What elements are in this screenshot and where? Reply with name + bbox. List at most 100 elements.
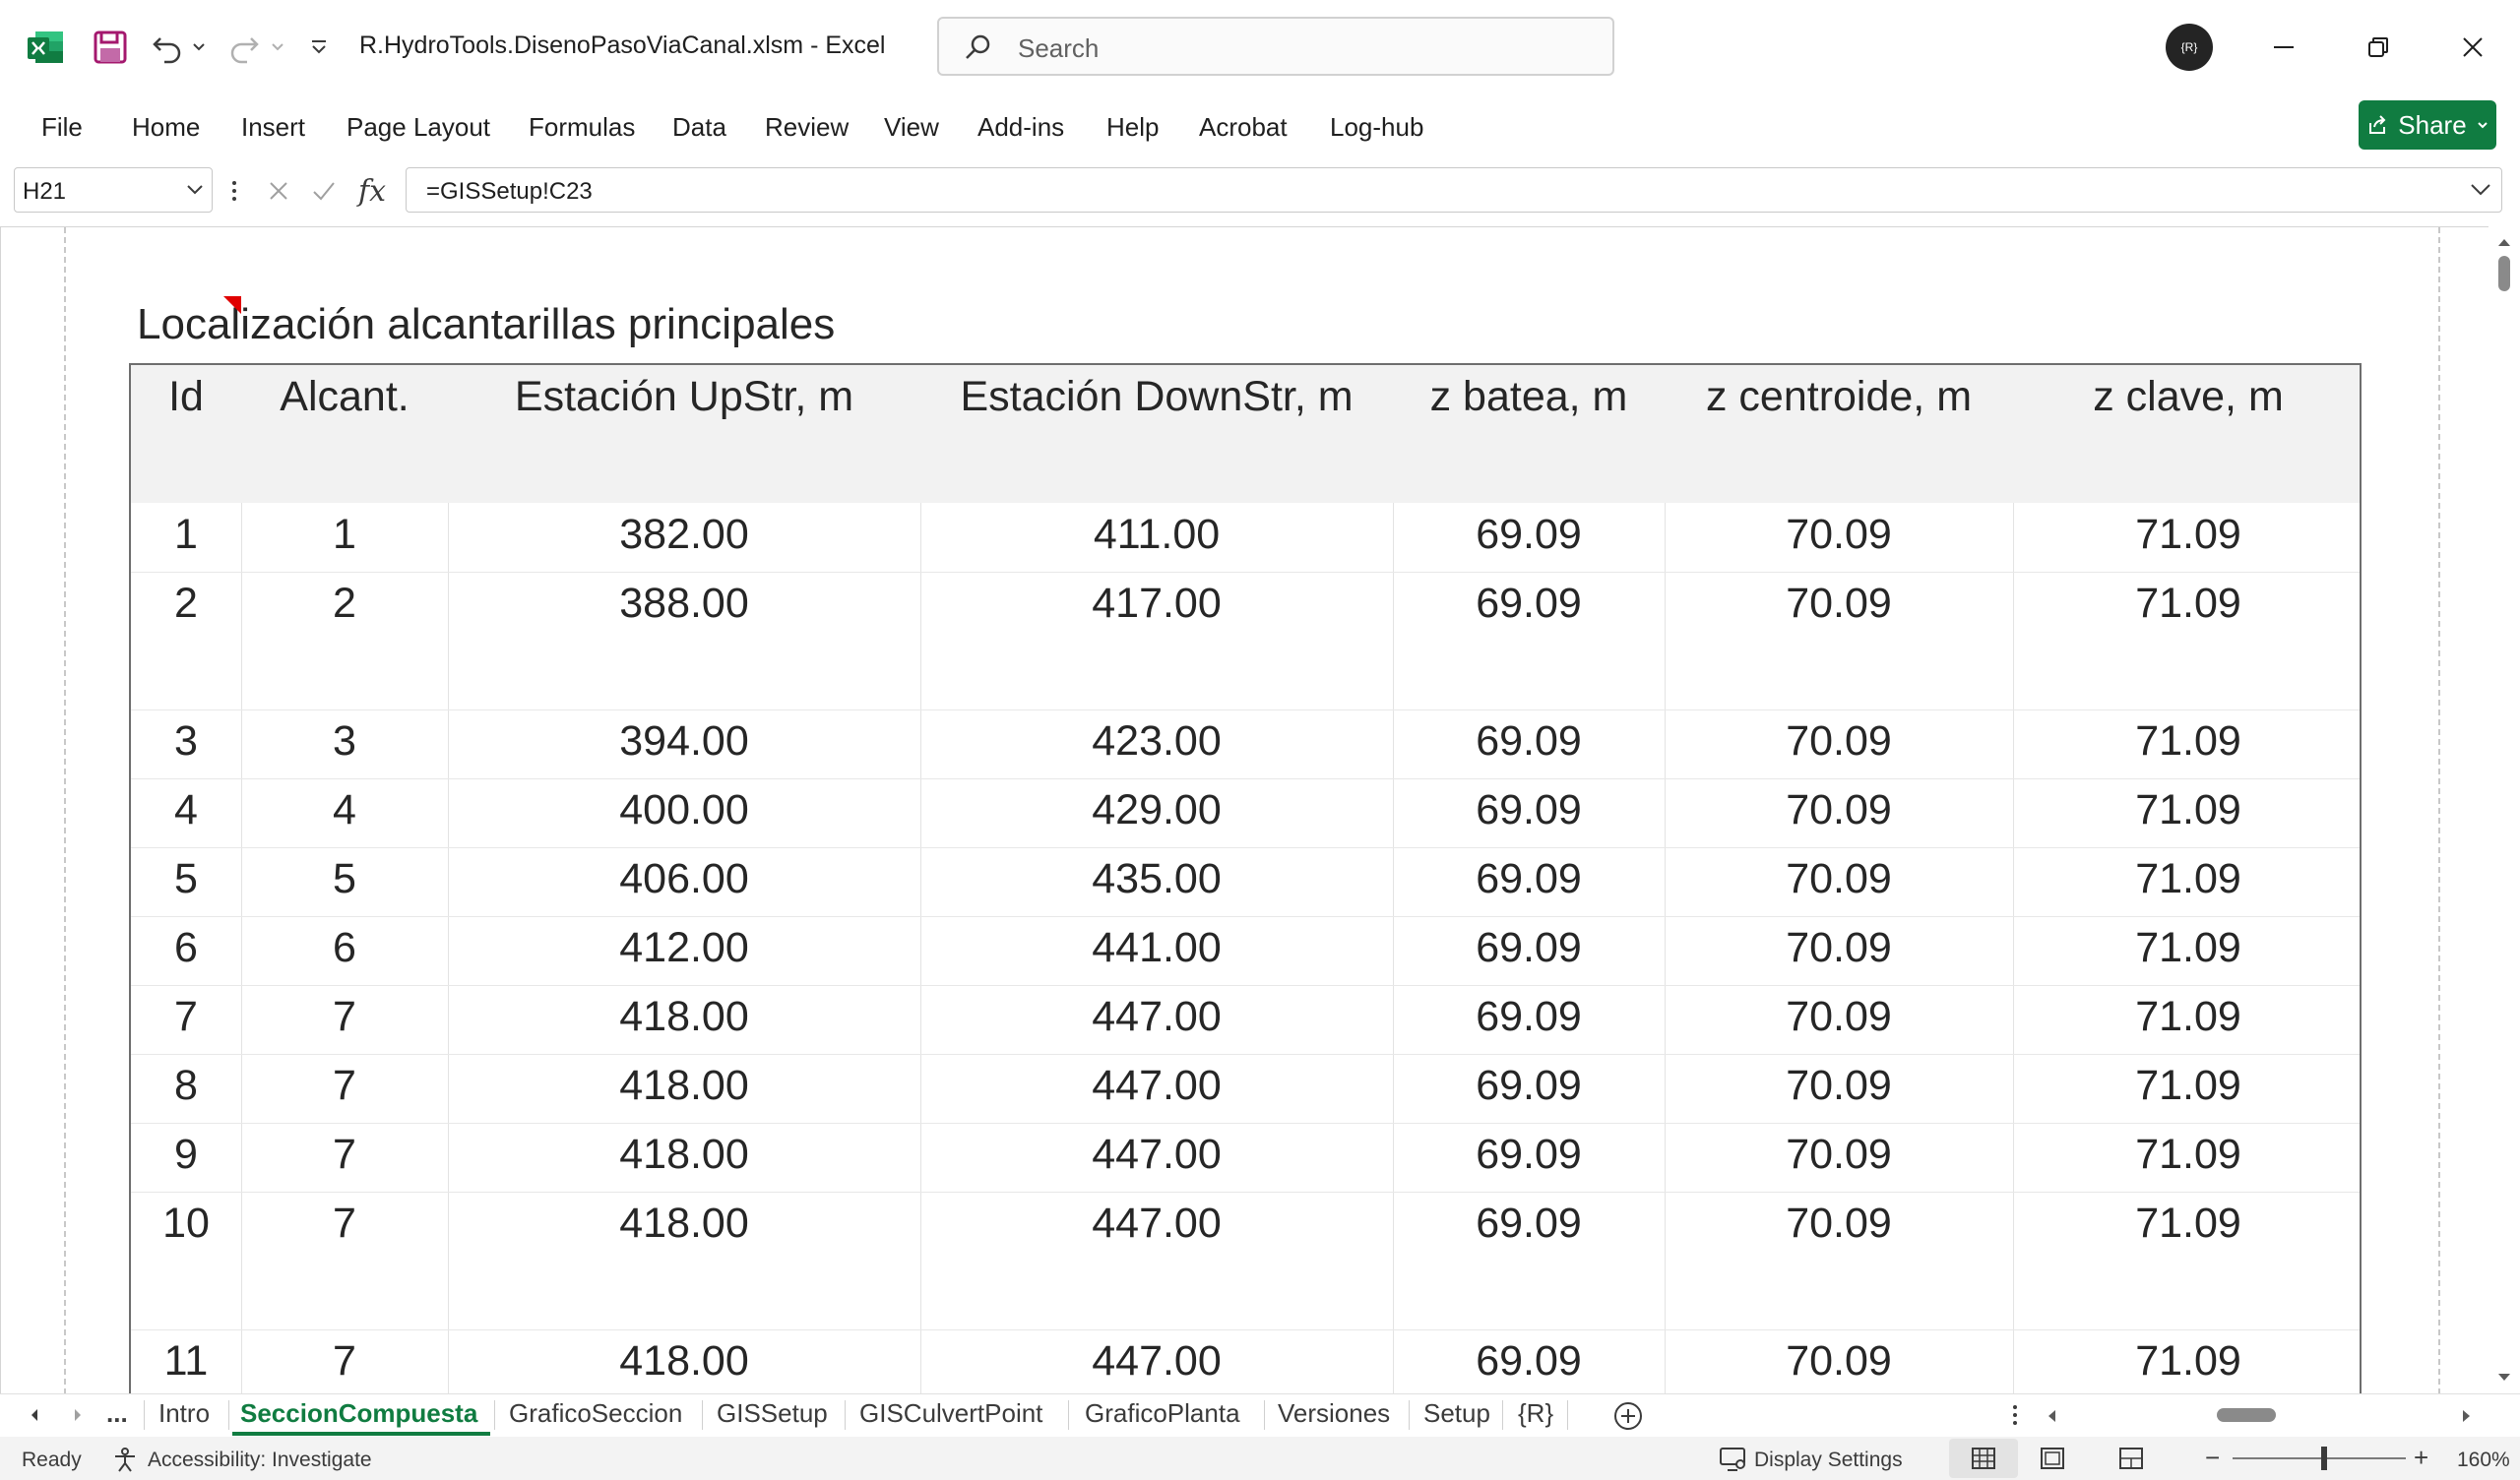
table-cell[interactable]: 3 — [241, 717, 448, 766]
table-cell[interactable]: 70.09 — [1665, 580, 2013, 628]
table-cell[interactable]: 69.09 — [1393, 717, 1665, 766]
table-cell[interactable]: 70.09 — [1665, 993, 2013, 1041]
tab-gis-setup[interactable]: GISSetup — [717, 1398, 828, 1429]
table-cell[interactable]: 69.09 — [1393, 511, 1665, 559]
tab-intro[interactable]: Intro — [158, 1398, 210, 1429]
menu-formulas[interactable]: Formulas — [529, 112, 635, 143]
table-cell[interactable]: 4 — [241, 786, 448, 834]
table-cell[interactable]: 10 — [131, 1200, 241, 1248]
page-layout-view-icon[interactable] — [2040, 1447, 2065, 1470]
tab-split-handle-icon[interactable] — [2012, 1404, 2018, 1426]
search-box[interactable]: Search — [937, 17, 1614, 76]
header-cell[interactable]: Alcant. — [241, 373, 448, 421]
tab-gis-culvert-point[interactable]: GISCulvertPoint — [859, 1398, 1042, 1429]
table-cell[interactable]: 70.09 — [1665, 924, 2013, 972]
table-cell[interactable]: 418.00 — [448, 1200, 920, 1248]
table-cell[interactable]: 382.00 — [448, 511, 920, 559]
normal-view-button[interactable] — [1949, 1439, 2018, 1478]
table-cell[interactable]: 5 — [131, 855, 241, 903]
zoom-in-button[interactable]: + — [2414, 1443, 2428, 1473]
table-cell[interactable]: 388.00 — [448, 580, 920, 628]
tab-r[interactable]: {R} — [1518, 1398, 1553, 1429]
zoom-level[interactable]: 160% — [2457, 1449, 2510, 1472]
table-cell[interactable]: 7 — [131, 993, 241, 1041]
header-cell[interactable]: z clave, m — [2013, 373, 2363, 421]
table-cell[interactable]: 70.09 — [1665, 1131, 2013, 1179]
table-cell[interactable]: 447.00 — [920, 1200, 1393, 1248]
table-cell[interactable]: 1 — [131, 511, 241, 559]
table-cell[interactable]: 2 — [131, 580, 241, 628]
table-cell[interactable]: 417.00 — [920, 580, 1393, 628]
display-settings-label[interactable]: Display Settings — [1754, 1449, 1903, 1472]
page-break-preview-icon[interactable] — [2118, 1447, 2144, 1470]
table-cell[interactable]: 418.00 — [448, 1337, 920, 1386]
table-cell[interactable]: 69.09 — [1393, 855, 1665, 903]
table-cell[interactable]: 2 — [241, 580, 448, 628]
header-cell[interactable]: z centroide, m — [1665, 373, 2013, 421]
chevron-down-icon[interactable] — [186, 183, 204, 197]
table-cell[interactable]: 69.09 — [1393, 1337, 1665, 1386]
table-cell[interactable]: 7 — [241, 1337, 448, 1386]
scroll-left-arrow-icon[interactable] — [2046, 1408, 2057, 1424]
table-cell[interactable]: 70.09 — [1665, 1200, 2013, 1248]
previous-sheet-icon[interactable] — [30, 1408, 39, 1422]
table-cell[interactable]: 69.09 — [1393, 1062, 1665, 1110]
menu-add-ins[interactable]: Add-ins — [977, 112, 1064, 143]
table-cell[interactable]: 441.00 — [920, 924, 1393, 972]
tab-setup[interactable]: Setup — [1423, 1398, 1490, 1429]
table-cell[interactable]: 71.09 — [2013, 924, 2363, 972]
tab-grafico-seccion[interactable]: GraficoSeccion — [509, 1398, 682, 1429]
menu-review[interactable]: Review — [765, 112, 849, 143]
table-cell[interactable]: 69.09 — [1393, 924, 1665, 972]
zoom-out-button[interactable]: − — [2205, 1443, 2220, 1473]
share-button[interactable]: Share — [2359, 100, 2496, 150]
table-cell[interactable]: 71.09 — [2013, 580, 2363, 628]
table-cell[interactable]: 7 — [241, 1062, 448, 1110]
table-cell[interactable]: 71.09 — [2013, 855, 2363, 903]
scroll-up-arrow-icon[interactable] — [2496, 236, 2512, 248]
table-cell[interactable]: 70.09 — [1665, 855, 2013, 903]
formula-input[interactable]: =GISSetup!C23 — [406, 167, 2502, 213]
name-box[interactable]: H21 — [14, 167, 213, 213]
scroll-right-arrow-icon[interactable] — [2461, 1408, 2473, 1424]
cancel-entry-icon[interactable] — [262, 173, 295, 209]
vertical-scroll-thumb[interactable] — [2498, 256, 2510, 291]
insert-function-icon[interactable]: fx — [352, 171, 392, 211]
table-cell[interactable]: 7 — [241, 1131, 448, 1179]
table-cell[interactable]: 411.00 — [920, 511, 1393, 559]
display-settings-icon[interactable] — [1719, 1447, 1748, 1472]
accessibility-icon[interactable] — [112, 1447, 138, 1472]
table-cell[interactable]: 1 — [241, 511, 448, 559]
table-cell[interactable]: 71.09 — [2013, 1200, 2363, 1248]
redo-icon[interactable] — [224, 28, 264, 67]
table-cell[interactable]: 435.00 — [920, 855, 1393, 903]
table-cell[interactable]: 71.09 — [2013, 511, 2363, 559]
table-cell[interactable]: 71.09 — [2013, 1337, 2363, 1386]
undo-dropdown-chevron-icon[interactable] — [189, 37, 209, 57]
table-cell[interactable]: 70.09 — [1665, 1062, 2013, 1110]
table-cell[interactable]: 400.00 — [448, 786, 920, 834]
table-cell[interactable]: 69.09 — [1393, 1131, 1665, 1179]
table-cell[interactable]: 71.09 — [2013, 993, 2363, 1041]
table-cell[interactable]: 7 — [241, 1200, 448, 1248]
menu-acrobat[interactable]: Acrobat — [1199, 112, 1288, 143]
table-cell[interactable]: 447.00 — [920, 1337, 1393, 1386]
menu-home[interactable]: Home — [132, 112, 200, 143]
table-cell[interactable]: 6 — [131, 924, 241, 972]
table-cell[interactable]: 447.00 — [920, 993, 1393, 1041]
accessibility-status[interactable]: Accessibility: Investigate — [148, 1449, 372, 1472]
more-sheets-ellipsis[interactable]: ... — [106, 1398, 128, 1429]
header-cell[interactable]: z batea, m — [1393, 373, 1665, 421]
save-icon[interactable] — [91, 28, 130, 67]
expand-formula-bar-icon[interactable] — [2470, 182, 2491, 198]
table-cell[interactable]: 447.00 — [920, 1131, 1393, 1179]
table-cell[interactable]: 418.00 — [448, 1131, 920, 1179]
header-cell[interactable]: Estación DownStr, m — [920, 373, 1393, 421]
worksheet-grid[interactable]: Localización alcantarillas principales I… — [0, 226, 2488, 1393]
table-cell[interactable]: 69.09 — [1393, 580, 1665, 628]
table-cell[interactable]: 3 — [131, 717, 241, 766]
table-cell[interactable]: 8 — [131, 1062, 241, 1110]
comment-indicator-icon[interactable] — [223, 296, 241, 314]
table-cell[interactable]: 7 — [241, 993, 448, 1041]
table-cell[interactable]: 5 — [241, 855, 448, 903]
